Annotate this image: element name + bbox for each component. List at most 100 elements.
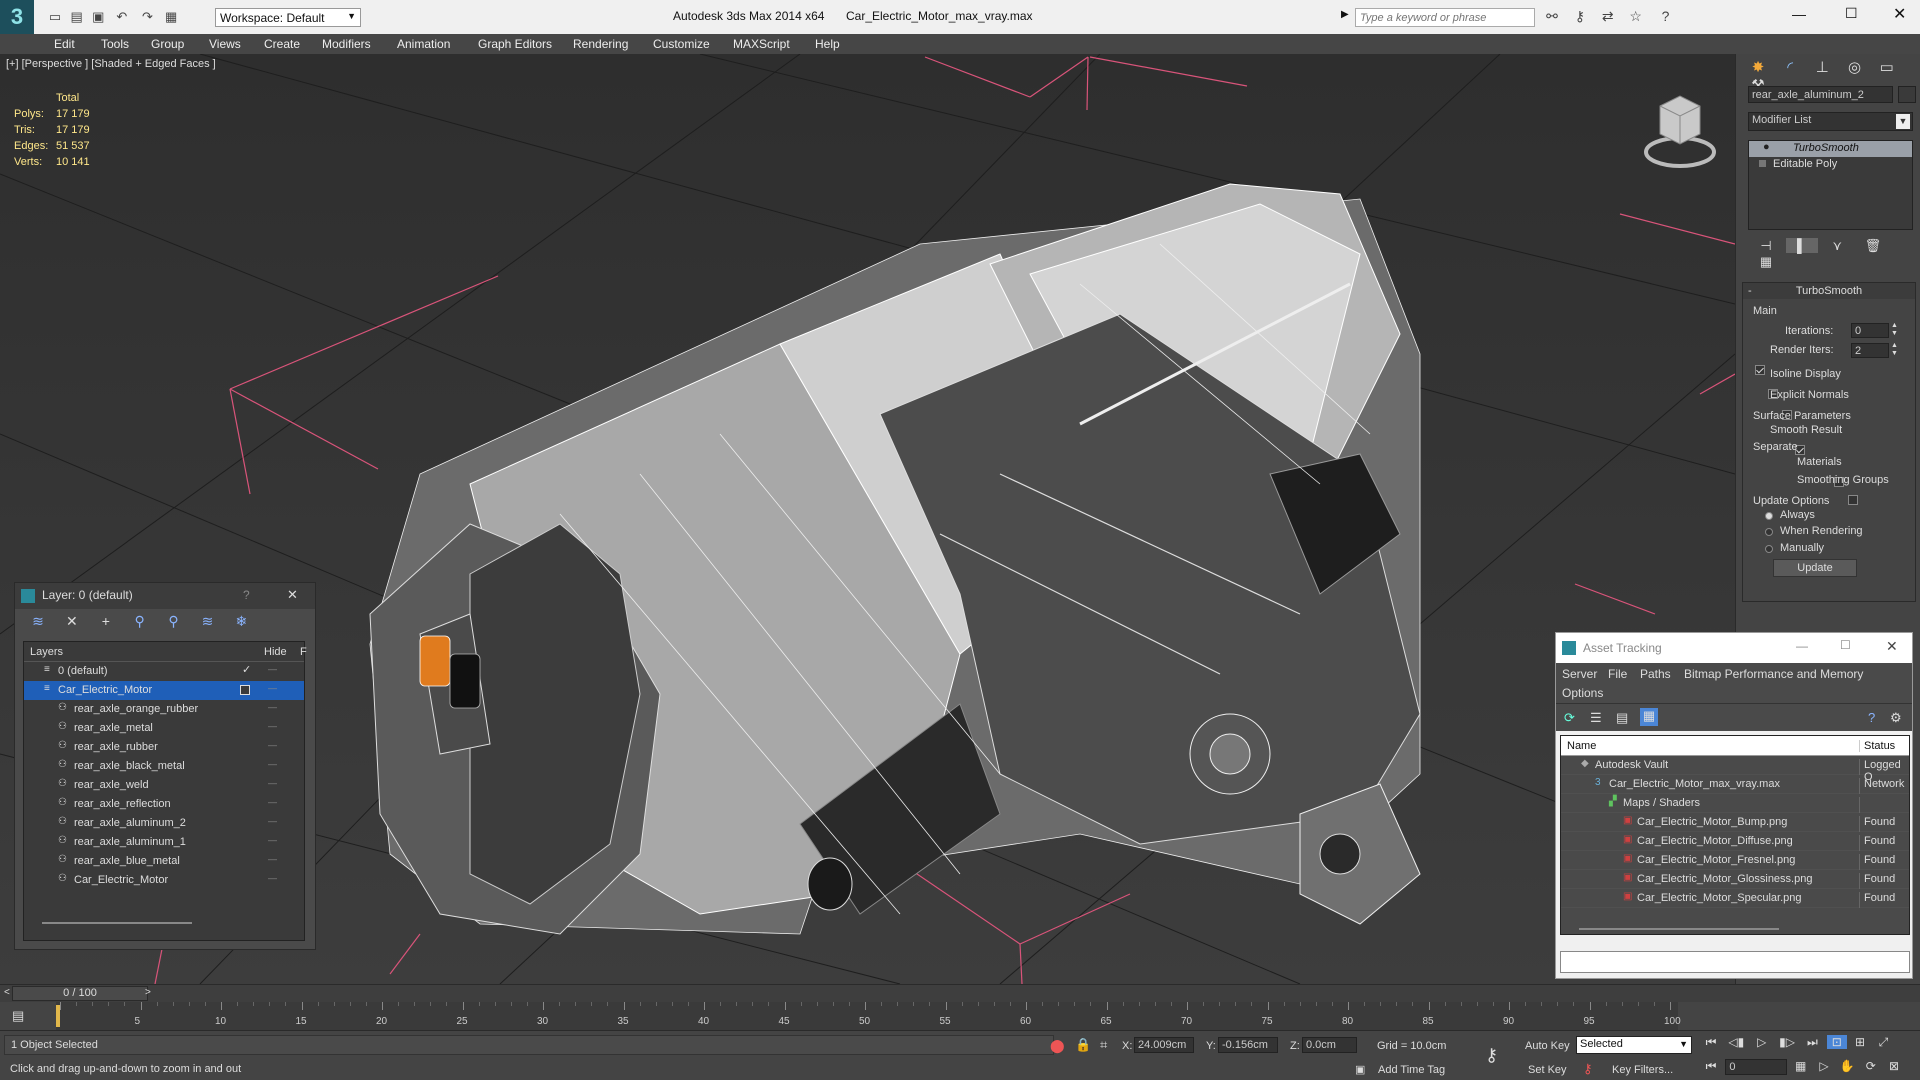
mini-curve-editor-icon[interactable]: ▤ — [12, 1008, 24, 1024]
layer-row[interactable]: ⚇ rear_axle_aluminum_2 — — [24, 814, 304, 833]
settings-icon[interactable]: ⚙ — [1890, 710, 1902, 726]
zoom-extents-icon[interactable]: ⊡ — [1826, 1035, 1847, 1049]
layer-row[interactable]: ⚇ Car_Electric_Motor — — [24, 871, 304, 890]
close-icon[interactable]: ✕ — [287, 587, 298, 603]
motor-model[interactable] — [369, 183, 1421, 935]
smoothing-groups-checkbox[interactable] — [1847, 494, 1858, 505]
asset-row[interactable]: ▣ Car_Electric_Motor_Bump.png Found — [1561, 813, 1909, 832]
delete-layer-icon[interactable]: ✕ — [57, 613, 87, 630]
menu-tools[interactable]: Tools — [101, 37, 129, 51]
list-view-icon[interactable]: ☰ — [1590, 710, 1602, 726]
isolate-selection-icon[interactable]: ⬤ — [1050, 1038, 1065, 1054]
new-file-icon[interactable]: ▭ — [46, 9, 64, 25]
minimize-button[interactable]: — — [1796, 639, 1808, 653]
key-icon[interactable]: ⚷ — [1568, 8, 1592, 25]
layer-row[interactable]: ⚇ rear_axle_aluminum_1 — — [24, 833, 304, 852]
create-layer-icon[interactable]: ≋ — [23, 613, 53, 630]
table-view-icon[interactable]: ▦ — [1640, 708, 1658, 726]
maximize-toggle-icon[interactable]: ⊠ — [1884, 1059, 1904, 1073]
col-status[interactable]: Status — [1859, 740, 1895, 752]
always-radio[interactable] — [1765, 512, 1773, 520]
layer-row[interactable]: ⚇ rear_axle_metal — — [24, 719, 304, 738]
when-rendering-radio[interactable] — [1765, 528, 1773, 536]
maximize-button[interactable]: ☐ — [1845, 5, 1858, 22]
stack-item-editable-poly[interactable]: Editable Poly — [1749, 157, 1912, 173]
zoom-all-icon[interactable]: ⊞ — [1850, 1035, 1870, 1049]
layer-row[interactable]: ⚇ rear_axle_blue_metal — — [24, 852, 304, 871]
object-name-field[interactable] — [1748, 86, 1893, 103]
asset-row[interactable]: ▣ Car_Electric_Motor_Glossiness.png Found — [1561, 870, 1909, 889]
time-config-icon[interactable]: ▦ — [1791, 1059, 1811, 1073]
menu-group[interactable]: Group — [151, 37, 184, 51]
render-iters-checkbox[interactable] — [1755, 364, 1765, 375]
search-arrow-icon[interactable]: ▶ — [1341, 9, 1349, 20]
menu-edit[interactable]: Edit — [54, 37, 75, 51]
render-iters-spinner[interactable] — [1851, 343, 1889, 358]
pin-stack-icon[interactable]: ⊣ — [1750, 238, 1782, 254]
previous-frame-icon[interactable]: ◁▮ — [1725, 1035, 1747, 1049]
time-slider[interactable]: < 0 / 100 > — [0, 984, 1920, 1002]
hide-toggle[interactable]: — — [268, 702, 277, 712]
asset-path-field[interactable] — [1560, 951, 1910, 973]
rollout-header[interactable]: - TurboSmooth — [1743, 283, 1915, 299]
open-file-icon[interactable]: ▤ — [68, 9, 86, 25]
menu-modifiers[interactable]: Modifiers — [322, 37, 371, 51]
lightbulb-icon[interactable]: ● — [1763, 141, 1770, 153]
active-layer-check-icon[interactable]: ✓ — [242, 663, 251, 676]
x-coordinate-field[interactable] — [1134, 1037, 1194, 1053]
layer-row[interactable]: ⚇ rear_axle_rubber — — [24, 738, 304, 757]
project-folder-icon[interactable]: ▦ — [162, 9, 180, 25]
spinner-arrows-icon[interactable]: ▲ ▼ — [1891, 342, 1898, 358]
modifier-stack[interactable]: ● TurboSmooth Editable Poly — [1748, 140, 1913, 230]
binoculars-icon[interactable]: ⚯ — [1540, 8, 1564, 25]
track-bar[interactable]: ▤ 5 10 15 20 25 30 35 40 45 50 55 60 65 70 75 80 85 90 95 1… — [0, 1002, 1920, 1030]
object-color-swatch[interactable] — [1898, 86, 1916, 103]
asset-row[interactable]: ▞ Maps / Shaders — [1561, 794, 1909, 813]
freeze-all-layers-icon[interactable]: ❄ — [226, 613, 256, 630]
spinner-arrows-icon[interactable]: ▲ ▼ — [1891, 322, 1898, 338]
layer-row[interactable]: ⚇ rear_axle_reflection — — [24, 795, 304, 814]
motion-tab-icon[interactable]: ◎ — [1841, 58, 1869, 76]
stack-item-turbosmooth[interactable]: ● TurboSmooth — [1749, 141, 1912, 157]
exchange-icon[interactable]: ⇄ — [1596, 8, 1620, 25]
maximize-viewport-icon[interactable]: ⤢ — [1873, 1035, 1893, 1050]
menu-customize[interactable]: Customize — [653, 37, 710, 51]
help-icon[interactable]: ? — [1652, 8, 1680, 24]
menu-paths[interactable]: Paths — [1640, 667, 1671, 681]
hide-toggle[interactable]: — — [268, 816, 277, 826]
asset-row[interactable]: 3 Car_Electric_Motor_max_vray.max Network — [1561, 775, 1909, 794]
configure-sets-icon[interactable]: ▦ — [1750, 254, 1782, 270]
set-current-layer-icon[interactable] — [240, 685, 250, 695]
menu-graph-editors[interactable]: Graph Editors — [478, 37, 552, 51]
layer-row[interactable]: ⚇ rear_axle_black_metal — — [24, 757, 304, 776]
menu-options[interactable]: Options — [1562, 686, 1603, 700]
update-button[interactable]: Update — [1773, 559, 1857, 577]
col-freeze[interactable]: F — [300, 646, 307, 658]
thumbnail-view-icon[interactable]: ▤ — [1616, 710, 1628, 726]
col-name[interactable]: Name — [1567, 740, 1596, 752]
hide-toggle[interactable]: — — [268, 664, 277, 674]
set-key-button[interactable]: Set Key — [1528, 1064, 1567, 1076]
close-icon[interactable]: ✕ — [1886, 638, 1898, 655]
hierarchy-tab-icon[interactable]: ⊥ — [1808, 58, 1836, 76]
hide-toggle[interactable]: — — [268, 873, 277, 883]
maximize-button[interactable]: ☐ — [1840, 638, 1851, 652]
hide-all-layers-icon[interactable]: ≋ — [192, 613, 222, 630]
set-key-mode-icon[interactable]: ⚷ — [1485, 1045, 1498, 1066]
asset-row[interactable]: ▣ Car_Electric_Motor_Specular.png Found — [1561, 889, 1909, 908]
menu-create[interactable]: Create — [264, 37, 300, 51]
current-frame-field[interactable] — [1725, 1059, 1788, 1075]
play-icon[interactable]: ▷ — [1751, 1035, 1773, 1049]
pan-view-icon[interactable]: ✋ — [1837, 1059, 1857, 1073]
show-end-result-icon[interactable]: ▌ — [1785, 238, 1818, 253]
key-filters-button[interactable]: Key Filters... — [1612, 1064, 1673, 1076]
layer-row[interactable]: ⚇ rear_axle_weld — — [24, 776, 304, 795]
go-to-end-icon[interactable]: ⏭ — [1801, 1035, 1823, 1050]
time-slider-next-icon[interactable]: > — [145, 987, 151, 998]
asset-row[interactable]: ◆ Autodesk Vault Logged O — [1561, 756, 1909, 783]
menu-server[interactable]: Server — [1562, 667, 1597, 681]
remove-modifier-icon[interactable]: 🗑 — [1857, 238, 1889, 254]
viewport-label[interactable]: [+] [Perspective ] [Shaded + Edged Faces… — [6, 58, 216, 70]
save-icon[interactable]: ▣ — [89, 9, 107, 25]
next-frame-icon[interactable]: ▮▷ — [1776, 1035, 1798, 1049]
